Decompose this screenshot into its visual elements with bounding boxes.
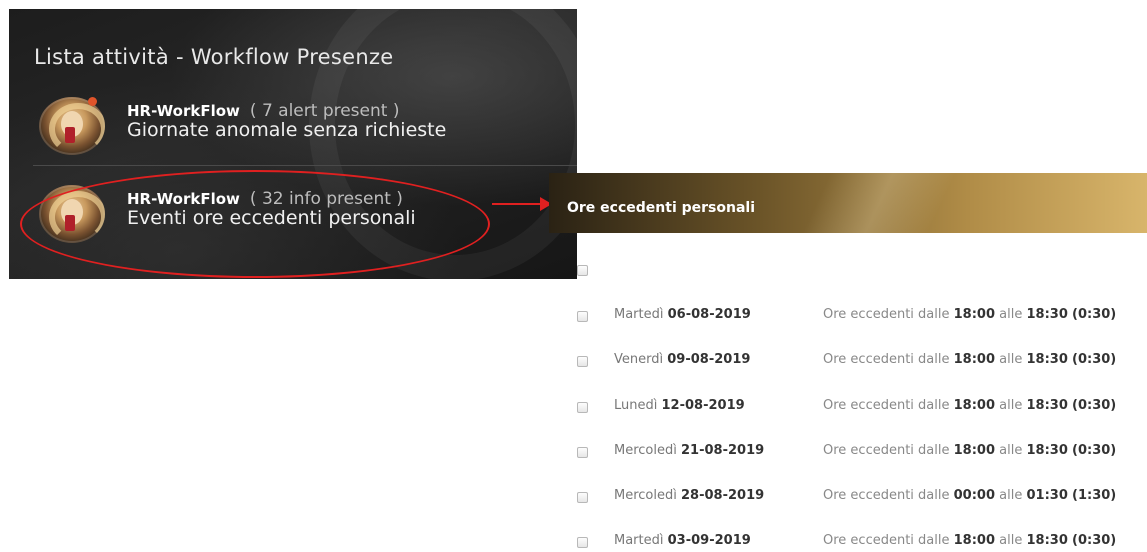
row-checkbox[interactable]: [577, 447, 588, 458]
row-info: Ore eccedenti dalle 18:00 alle 18:30 (0:…: [823, 443, 1117, 458]
table-row: Martedì 03-09-2019 Ore eccedenti dalle 1…: [0, 531, 1147, 552]
divider: [33, 165, 577, 166]
table-row: Mercoledì 21-08-2019 Ore eccedenti dalle…: [0, 441, 1147, 465]
row-info: Ore eccedenti dalle 00:00 alle 01:30 (1:…: [823, 488, 1117, 503]
row-checkbox[interactable]: [577, 537, 588, 548]
panel-title: Lista attività - Workflow Presenze: [34, 45, 394, 69]
table-row: Venerdì 09-08-2019 Ore eccedenti dalle 1…: [0, 350, 1147, 374]
highlight-oval-annotation: [20, 170, 490, 278]
activity-description: Giornate anomale senza richieste: [127, 119, 447, 141]
avatar: [39, 97, 105, 155]
row-checkbox[interactable]: [577, 311, 588, 322]
activity-item-text: HR-WorkFlow ( 7 alert present ) Giornate…: [127, 101, 446, 141]
table-row: Lunedì 12-08-2019 Ore eccedenti dalle 18…: [0, 396, 1147, 420]
row-day: Mercoledì 21-08-2019: [614, 443, 765, 458]
table-row: Mercoledì 28-08-2019 Ore eccedenti dalle…: [0, 486, 1147, 510]
row-day: Mercoledì 28-08-2019: [614, 488, 765, 503]
row-info: Ore eccedenti dalle 18:00 alle 18:30 (0:…: [823, 307, 1117, 322]
detail-title: Ore eccedenti personali: [567, 200, 755, 216]
screenshot-stage: Lista attività - Workflow Presenze HR-Wo…: [0, 0, 1147, 552]
row-checkbox[interactable]: [577, 402, 588, 413]
row-day: Lunedì 12-08-2019: [614, 398, 745, 413]
activity-source: HR-WorkFlow: [127, 102, 240, 120]
row-checkbox[interactable]: [577, 356, 588, 367]
row-day: Venerdì 09-08-2019: [614, 352, 751, 367]
row-checkbox[interactable]: [577, 492, 588, 503]
row-info: Ore eccedenti dalle 18:00 alle 18:30 (0:…: [823, 398, 1117, 413]
table-row: Martedì 06-08-2019 Ore eccedenti dalle 1…: [0, 305, 1147, 329]
select-all-checkbox[interactable]: [577, 265, 588, 276]
row-day: Martedì 06-08-2019: [614, 307, 751, 322]
row-info: Ore eccedenti dalle 18:00 alle 18:30 (0:…: [823, 352, 1117, 367]
activity-count: ( 7 alert present ): [249, 101, 400, 121]
detail-header: Ore eccedenti personali: [549, 173, 1147, 233]
activity-item-anomalous-days[interactable]: HR-WorkFlow ( 7 alert present ) Giornate…: [9, 91, 577, 167]
arrow-annotation-line: [492, 203, 544, 205]
row-day: Martedì 03-09-2019: [614, 533, 751, 548]
notification-dot-icon: [88, 97, 97, 106]
row-info: Ore eccedenti dalle 18:00 alle 18:30 (0:…: [823, 533, 1117, 548]
